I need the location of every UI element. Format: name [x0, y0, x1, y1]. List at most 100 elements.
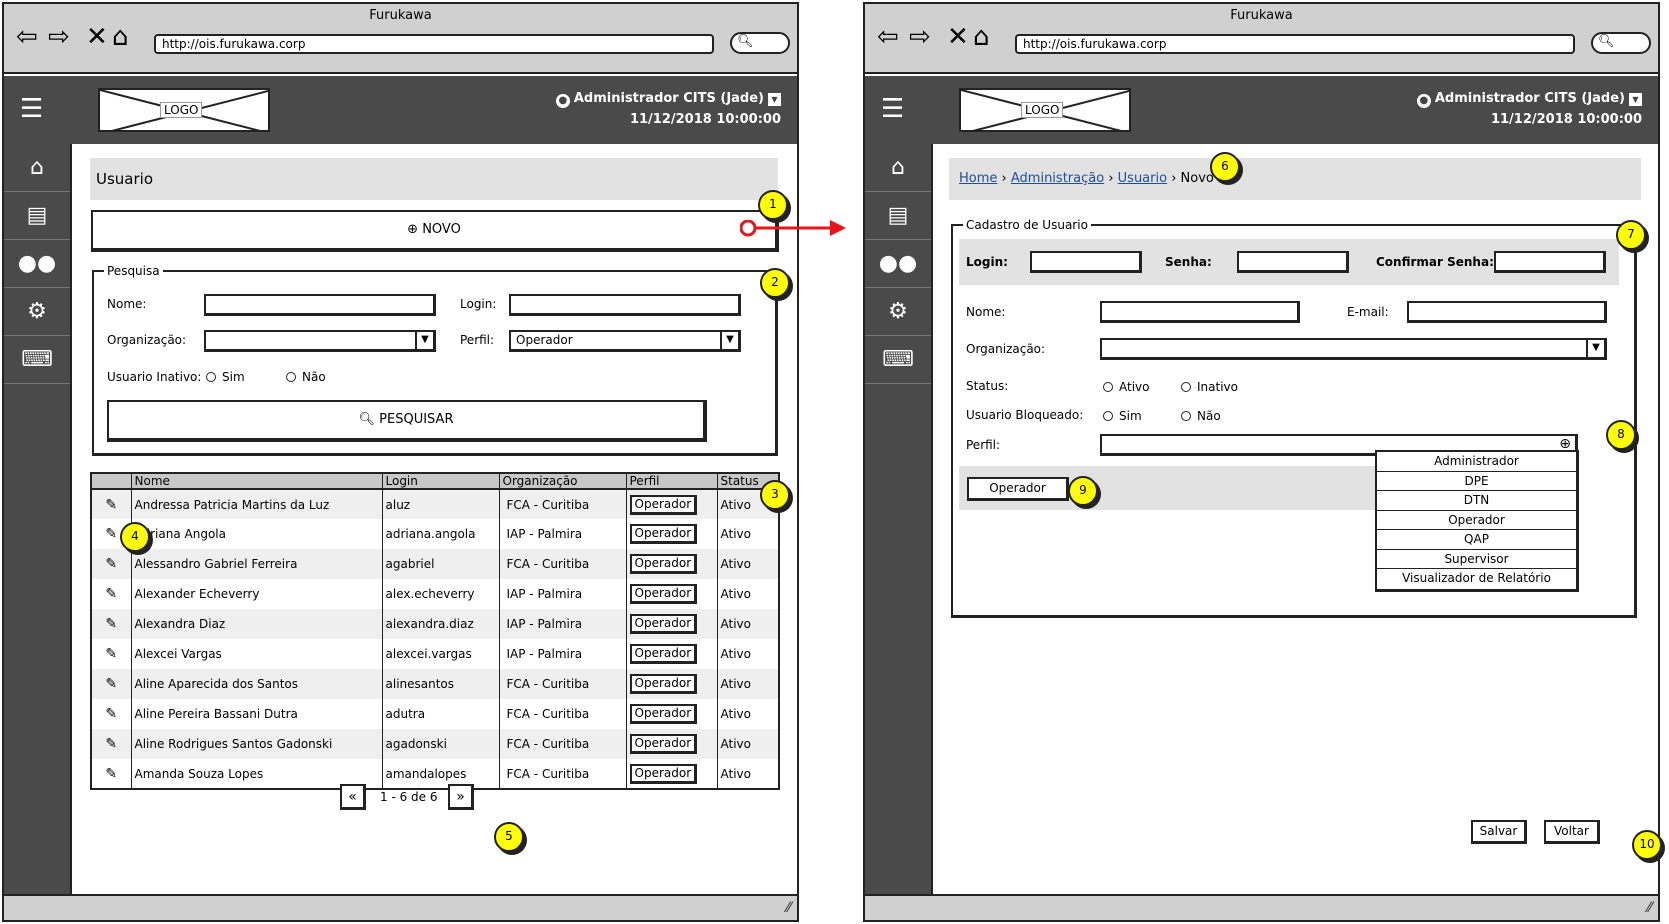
user-name[interactable]: Administrador CITS (Jade): [1435, 91, 1625, 106]
next-page-button[interactable]: »: [448, 784, 474, 810]
table-row[interactable]: ✎ Aline Pereira Bassani Dutra adutra FCA - …: [91, 699, 779, 729]
breadcrumb-home[interactable]: Home: [959, 171, 997, 186]
perfil-tag[interactable]: Operador: [629, 734, 698, 754]
perfil-option[interactable]: Operador: [1377, 511, 1576, 530]
chevron-down-icon[interactable]: ▼: [415, 330, 433, 352]
table-row[interactable]: ✎ Aline Aparecida dos Santos alinesantos FC…: [91, 669, 779, 699]
bloqueado-nao-radio[interactable]: Não: [1181, 409, 1221, 423]
login-input[interactable]: [509, 294, 741, 316]
users-icon[interactable]: ●●: [865, 240, 931, 288]
user-dropdown-icon[interactable]: ▼: [1629, 93, 1642, 106]
bloqueado-sim-radio[interactable]: Sim: [1103, 409, 1142, 423]
perfil-tag[interactable]: Operador: [629, 763, 698, 784]
stop-icon[interactable]: ✕: [947, 22, 969, 52]
breadcrumb-admin[interactable]: Administração: [1011, 171, 1104, 186]
table-row[interactable]: ✎ Alexandra Diaz alexandra.diaz IAP - Palmi…: [91, 609, 779, 639]
forward-icon[interactable]: ⇨: [909, 22, 931, 52]
perfil-tag[interactable]: Operador: [629, 554, 698, 574]
salvar-button[interactable]: Salvar: [1471, 820, 1527, 844]
address-bar[interactable]: http://ois.furukawa.corp: [154, 34, 714, 54]
back-icon[interactable]: ⇦: [877, 22, 899, 52]
perfil-select[interactable]: Operador ▼: [509, 330, 741, 352]
table-row[interactable]: ✎ Alexander Echeverry alex.echeverry IAP - …: [91, 579, 779, 609]
perfil-tag[interactable]: Operador: [629, 584, 698, 604]
edit-icon[interactable]: ✎: [105, 616, 117, 632]
table-row[interactable]: ✎ Aline Rodrigues Santos Gadonski agadonsk…: [91, 729, 779, 759]
perfil-option[interactable]: DPE: [1377, 472, 1576, 491]
org-select[interactable]: ▼: [204, 330, 436, 352]
breadcrumb-usuario[interactable]: Usuario: [1118, 171, 1167, 186]
new-button[interactable]: ⊕ NOVO: [91, 210, 779, 252]
perfil-tag[interactable]: Operador: [629, 494, 698, 515]
email-input[interactable]: [1407, 301, 1607, 323]
table-row[interactable]: ✎ Alexcei Vargas alexcei.vargas IAP - Palmi…: [91, 639, 779, 669]
edit-icon[interactable]: ✎: [105, 526, 117, 542]
hamburger-menu-icon[interactable]: ☰: [881, 94, 904, 124]
senha-input[interactable]: [1237, 251, 1349, 273]
gear-icon[interactable]: ⚙: [4, 288, 70, 336]
nome-input[interactable]: [204, 294, 436, 316]
user-dropdown-icon[interactable]: ▼: [768, 93, 781, 106]
voltar-button[interactable]: Voltar: [1544, 820, 1600, 844]
edit-icon[interactable]: ✎: [105, 676, 117, 692]
perfil-tag[interactable]: Operador: [629, 704, 698, 724]
edit-icon[interactable]: ✎: [105, 497, 117, 513]
col-nome[interactable]: Nome: [131, 473, 383, 490]
perfil-option[interactable]: Supervisor: [1377, 550, 1576, 569]
browser-search-box[interactable]: 🔍︎: [730, 32, 790, 54]
home-icon[interactable]: ⌂: [4, 144, 70, 192]
edit-icon[interactable]: ✎: [105, 646, 117, 662]
status-ativo-radio[interactable]: Ativo: [1103, 380, 1149, 394]
org-select[interactable]: ▼: [1100, 338, 1607, 360]
search-button[interactable]: 🔍︎ PESQUISAR: [107, 400, 707, 442]
selected-profile-tag[interactable]: Operador: [967, 477, 1069, 501]
inativo-nao-radio[interactable]: Não: [286, 370, 326, 384]
hamburger-menu-icon[interactable]: ☰: [20, 94, 43, 124]
chevron-down-icon[interactable]: ▼: [1586, 338, 1604, 360]
keyboard-icon[interactable]: ⌨: [865, 336, 931, 384]
edit-icon[interactable]: ✎: [105, 766, 117, 782]
browser-search-box[interactable]: 🔍︎: [1591, 32, 1651, 54]
edit-icon[interactable]: ✎: [105, 586, 117, 602]
status-inativo-radio[interactable]: Inativo: [1181, 380, 1238, 394]
col-perfil[interactable]: Perfil: [626, 473, 718, 490]
col-organizacao[interactable]: Organização: [499, 473, 627, 490]
perfil-option[interactable]: DTN: [1377, 491, 1576, 511]
document-icon[interactable]: ▤: [4, 192, 70, 240]
resize-grip-icon[interactable]: ⁄⁄: [786, 900, 791, 916]
perfil-tag[interactable]: Operador: [629, 674, 698, 694]
perfil-tag[interactable]: Operador: [629, 524, 698, 544]
confirmar-senha-input[interactable]: [1494, 251, 1606, 273]
back-icon[interactable]: ⇦: [16, 22, 38, 52]
stop-icon[interactable]: ✕: [86, 22, 108, 52]
forward-icon[interactable]: ⇨: [48, 22, 70, 52]
keyboard-icon[interactable]: ⌨: [4, 336, 70, 384]
edit-icon[interactable]: ✎: [105, 706, 117, 722]
chevron-down-icon[interactable]: ▼: [720, 330, 738, 352]
prev-page-button[interactable]: «: [340, 784, 366, 810]
nome-input[interactable]: [1100, 301, 1300, 323]
table-row[interactable]: ✎ Amanda Souza Lopes amandalopes FCA - Curi…: [91, 759, 779, 789]
perfil-tag[interactable]: Operador: [629, 644, 698, 664]
login-input[interactable]: [1030, 251, 1142, 273]
table-row[interactable]: ✎ Andressa Patricia Martins da Luz aluz FCA…: [91, 489, 779, 519]
perfil-tag[interactable]: Operador: [629, 614, 698, 634]
user-name[interactable]: Administrador CITS (Jade): [574, 91, 764, 106]
perfil-option[interactable]: QAP: [1377, 530, 1576, 550]
col-login[interactable]: Login: [382, 473, 500, 490]
edit-icon[interactable]: ✎: [105, 736, 117, 752]
resize-grip-icon[interactable]: ⁄⁄: [1647, 900, 1652, 916]
table-row[interactable]: ✎ Alessandro Gabriel Ferreira agabriel FCA …: [91, 549, 779, 579]
home-nav-icon[interactable]: ⌂: [112, 22, 129, 52]
perfil-option[interactable]: Visualizador de Relatório: [1377, 569, 1576, 589]
gear-icon[interactable]: ⚙: [865, 288, 931, 336]
edit-icon[interactable]: ✎: [105, 556, 117, 572]
document-icon[interactable]: ▤: [865, 192, 931, 240]
users-icon[interactable]: ●●: [4, 240, 70, 288]
home-nav-icon[interactable]: ⌂: [973, 22, 990, 52]
table-row[interactable]: ✎ Adriana Angola adriana.angola IAP - Palmi…: [91, 519, 779, 549]
address-bar[interactable]: http://ois.furukawa.corp: [1015, 34, 1575, 54]
home-icon[interactable]: ⌂: [865, 144, 931, 192]
perfil-option[interactable]: Administrador: [1377, 452, 1576, 472]
inativo-sim-radio[interactable]: Sim: [206, 370, 245, 384]
